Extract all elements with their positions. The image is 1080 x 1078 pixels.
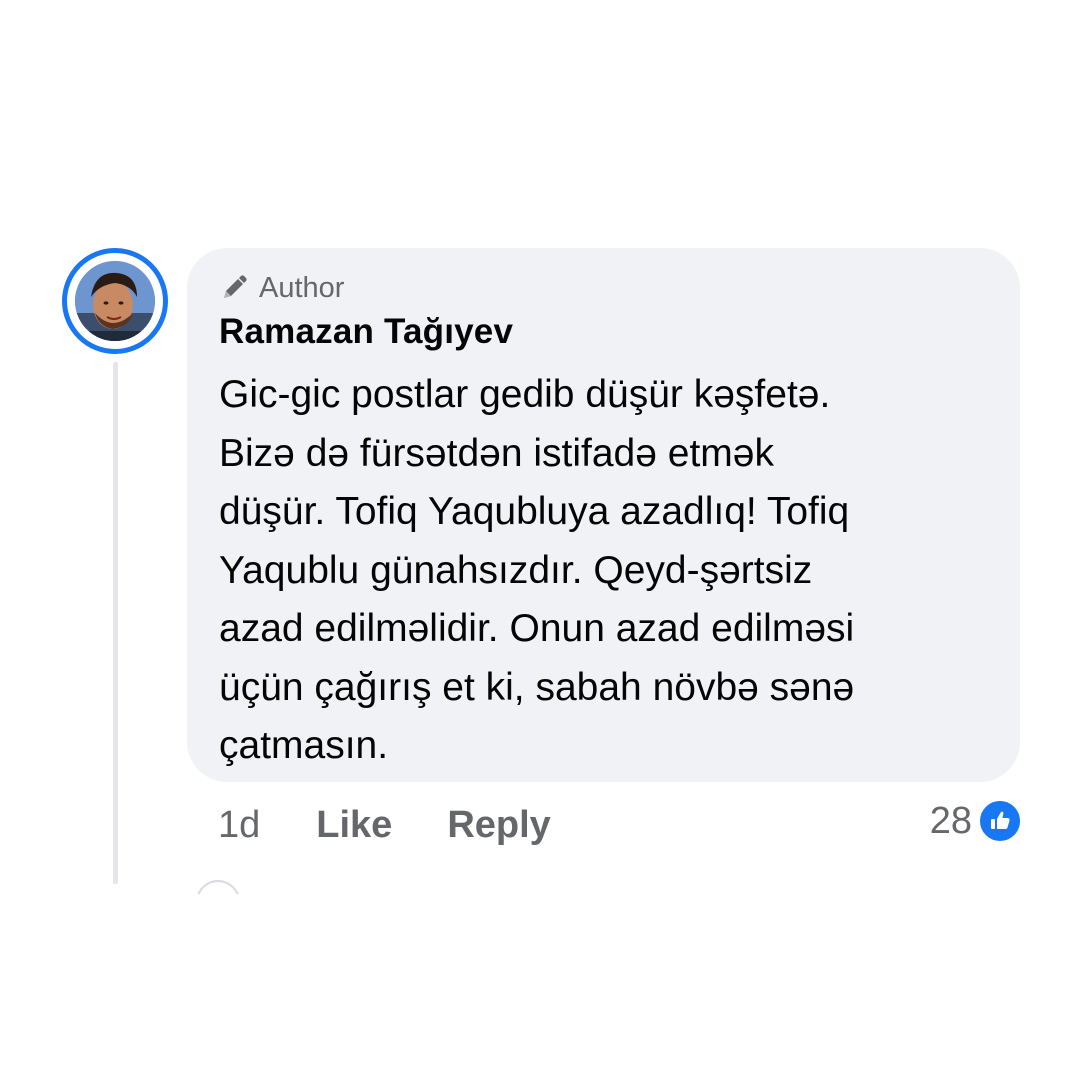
- comment-text-line: Gic-gic postlar gedib düşür kəşfetə.: [219, 373, 831, 416]
- comment-text: Gic-gic postlar gedib düşür kəşfetə. Biz…: [219, 366, 999, 776]
- comment-text-line: çatmasın.: [219, 724, 389, 767]
- thumbs-up-icon: [978, 799, 1022, 843]
- comment-text-line: Bizə də fürsətdən istifadə etmək: [219, 431, 774, 475]
- reaction-count: 28: [929, 799, 972, 842]
- avatar-photo: [75, 261, 155, 341]
- author-badge-label: Author: [259, 271, 345, 304]
- comment-bubble: Author Ramazan Tağıyev Gic-gic postlar g…: [187, 248, 1020, 782]
- comment-text-line: azad edilməlidir. Onun azad edilməsi: [219, 607, 855, 650]
- comment-actions: 1d Like Reply: [218, 800, 551, 850]
- comment-text-line: Yaqublu günahsızdır. Qeyd-şərtsiz: [219, 548, 813, 592]
- comment-text-line: üçün çağırış et ki, sabah növbə sənə: [219, 665, 855, 709]
- comment-timestamp[interactable]: 1d: [218, 804, 260, 847]
- reply-button[interactable]: Reply: [447, 804, 550, 847]
- reaction-summary[interactable]: 28: [930, 798, 1022, 844]
- next-reply-avatar-edge: [196, 880, 240, 894]
- thread-line: [113, 362, 118, 884]
- avatar[interactable]: [62, 248, 168, 354]
- author-badge: Author: [219, 270, 344, 306]
- pencil-icon: [219, 273, 249, 303]
- comment-text-line: düşür. Tofiq Yaqubluya azadlıq! Tofiq: [219, 490, 850, 533]
- like-button[interactable]: Like: [316, 804, 392, 847]
- author-name[interactable]: Ramazan Tağıyev: [219, 312, 513, 352]
